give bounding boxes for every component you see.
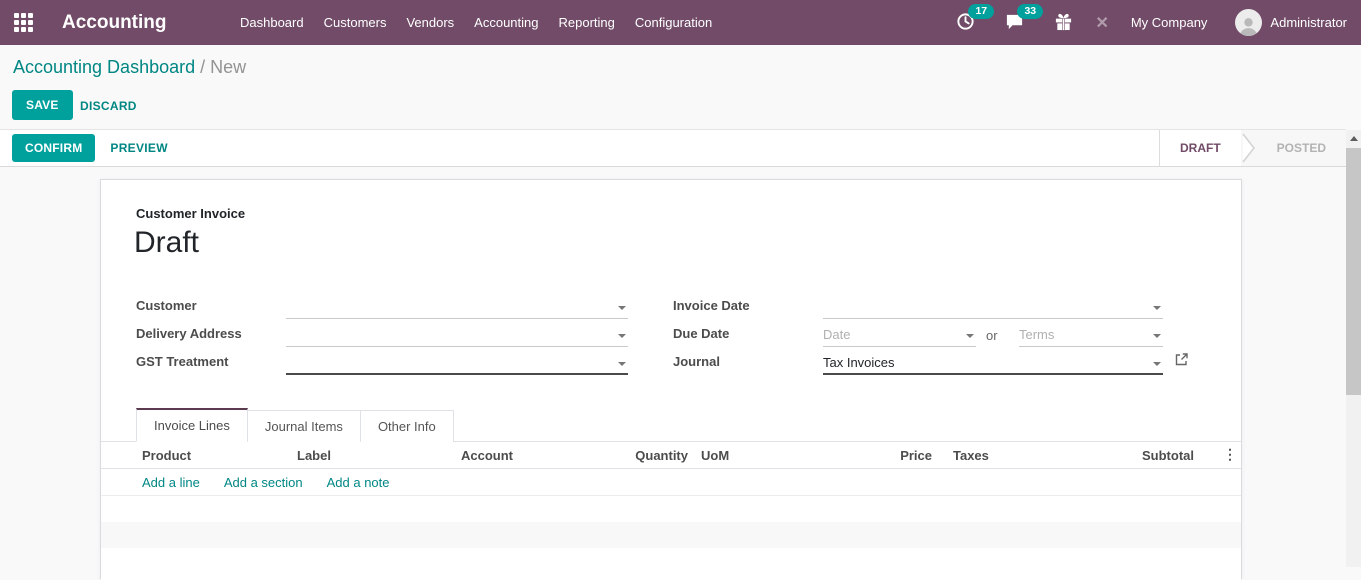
- save-button[interactable]: SAVE: [12, 90, 73, 120]
- menu-accounting[interactable]: Accounting: [464, 0, 548, 45]
- column-label[interactable]: Label: [297, 448, 331, 463]
- scrollbar-thumb[interactable]: [1346, 148, 1361, 395]
- delivery-address-input[interactable]: [286, 326, 628, 347]
- tab-other-info[interactable]: Other Info: [360, 410, 454, 442]
- state-draft[interactable]: DRAFT: [1160, 130, 1241, 166]
- message-count-badge: 33: [1017, 4, 1043, 19]
- apps-menu-button[interactable]: [0, 0, 46, 45]
- navbar-right: 17 33 ✕ My Company Administrator: [956, 9, 1361, 36]
- breadcrumb-parent-link[interactable]: Accounting Dashboard: [13, 57, 195, 77]
- caret-down-icon[interactable]: [618, 362, 626, 366]
- gst-treatment-field[interactable]: [286, 354, 628, 375]
- menu-configuration[interactable]: Configuration: [625, 0, 722, 45]
- caret-down-icon[interactable]: [1153, 334, 1161, 338]
- invoice-lines-header: Product Label Account Quantity UoM Price…: [101, 442, 1241, 469]
- tab-journal-items[interactable]: Journal Items: [247, 410, 361, 442]
- caret-down-icon[interactable]: [1153, 306, 1161, 310]
- gift-icon: [1054, 12, 1073, 34]
- column-product[interactable]: Product: [142, 448, 191, 463]
- column-taxes[interactable]: Taxes: [953, 448, 989, 463]
- breadcrumb: Accounting Dashboard / New: [13, 57, 246, 78]
- customer-field[interactable]: [286, 298, 628, 319]
- due-date-date-field[interactable]: [823, 326, 976, 347]
- breadcrumb-separator: /: [200, 57, 205, 77]
- menu-dashboard[interactable]: Dashboard: [230, 0, 314, 45]
- menu-customers[interactable]: Customers: [314, 0, 397, 45]
- gst-treatment-input[interactable]: [286, 354, 628, 375]
- column-account[interactable]: Account: [461, 448, 513, 463]
- caret-down-icon[interactable]: [966, 334, 974, 338]
- column-uom[interactable]: UoM: [701, 448, 729, 463]
- scroll-up-arrow-icon: [1350, 136, 1358, 141]
- form-statusbar: CONFIRM PREVIEW DRAFT POSTED: [0, 129, 1346, 167]
- column-quantity[interactable]: Quantity: [601, 448, 688, 463]
- invoice-date-label: Invoice Date: [673, 298, 750, 313]
- journal-field[interactable]: [823, 354, 1163, 375]
- invoice-date-field[interactable]: [823, 298, 1163, 319]
- add-line-link[interactable]: Add a line: [142, 475, 200, 490]
- scroll-up-button[interactable]: [1346, 130, 1361, 147]
- confirm-button[interactable]: CONFIRM: [12, 134, 95, 162]
- user-name: Administrator: [1270, 15, 1347, 30]
- top-navbar: Accounting Dashboard Customers Vendors A…: [0, 0, 1361, 45]
- delivery-address-label: Delivery Address: [136, 326, 242, 341]
- record-state-title: Draft: [134, 226, 199, 260]
- menu-vendors[interactable]: Vendors: [396, 0, 464, 45]
- avatar: [1235, 9, 1262, 36]
- main-menu: Dashboard Customers Vendors Accounting R…: [230, 0, 722, 45]
- company-switcher[interactable]: My Company: [1131, 15, 1208, 30]
- journal-label: Journal: [673, 354, 720, 369]
- caret-down-icon[interactable]: [1153, 362, 1161, 366]
- menu-reporting[interactable]: Reporting: [549, 0, 625, 45]
- payment-terms-input[interactable]: [1019, 326, 1163, 347]
- column-subtotal[interactable]: Subtotal: [1091, 448, 1194, 463]
- app-title[interactable]: Accounting: [62, 12, 230, 34]
- caret-down-icon[interactable]: [618, 306, 626, 310]
- state-posted[interactable]: POSTED: [1257, 130, 1346, 166]
- due-date-input[interactable]: [823, 326, 976, 347]
- table-add-row: Add a line Add a section Add a note: [101, 469, 1241, 496]
- external-link-icon[interactable]: [1175, 353, 1188, 369]
- caret-down-icon[interactable]: [618, 334, 626, 338]
- preview-button[interactable]: PREVIEW: [110, 141, 167, 155]
- due-date-label: Due Date: [673, 326, 729, 341]
- delivery-address-field[interactable]: [286, 326, 628, 347]
- add-note-link[interactable]: Add a note: [327, 475, 390, 490]
- invoice-form-card: Customer Invoice Draft Customer Delivery…: [100, 179, 1242, 579]
- add-section-link[interactable]: Add a section: [224, 475, 303, 490]
- messages-button[interactable]: 33: [1005, 12, 1024, 34]
- notebook-tabs: Invoice Lines Journal Items Other Info: [101, 408, 1241, 442]
- customer-label: Customer: [136, 298, 197, 313]
- discard-button[interactable]: DISCARD: [80, 99, 137, 113]
- state-arrow-separator: [1241, 130, 1257, 166]
- empty-row: [101, 496, 1241, 522]
- payment-terms-field[interactable]: [1019, 326, 1163, 347]
- due-date-or-text: or: [986, 328, 998, 343]
- vertical-scrollbar[interactable]: [1346, 130, 1361, 567]
- breadcrumb-current: New: [210, 57, 246, 77]
- gst-treatment-label: GST Treatment: [136, 354, 228, 369]
- crossed-tools-icon[interactable]: ✕: [1095, 13, 1108, 33]
- state-widget: DRAFT POSTED: [1159, 130, 1346, 166]
- activity-count-badge: 17: [968, 4, 994, 19]
- tab-invoice-lines[interactable]: Invoice Lines: [136, 408, 248, 442]
- user-menu[interactable]: Administrator: [1235, 9, 1347, 36]
- activities-button[interactable]: 17: [956, 12, 975, 34]
- gift-button[interactable]: [1054, 12, 1073, 34]
- journal-input[interactable]: [823, 354, 1163, 375]
- empty-row: [101, 522, 1241, 548]
- column-options-icon[interactable]: ⋮: [1223, 446, 1237, 463]
- invoice-date-input[interactable]: [823, 298, 1163, 319]
- empty-row: [101, 548, 1241, 580]
- document-type-label: Customer Invoice: [136, 206, 245, 221]
- apps-grid-icon: [14, 13, 33, 32]
- column-price[interactable]: Price: [851, 448, 932, 463]
- customer-input[interactable]: [286, 298, 628, 319]
